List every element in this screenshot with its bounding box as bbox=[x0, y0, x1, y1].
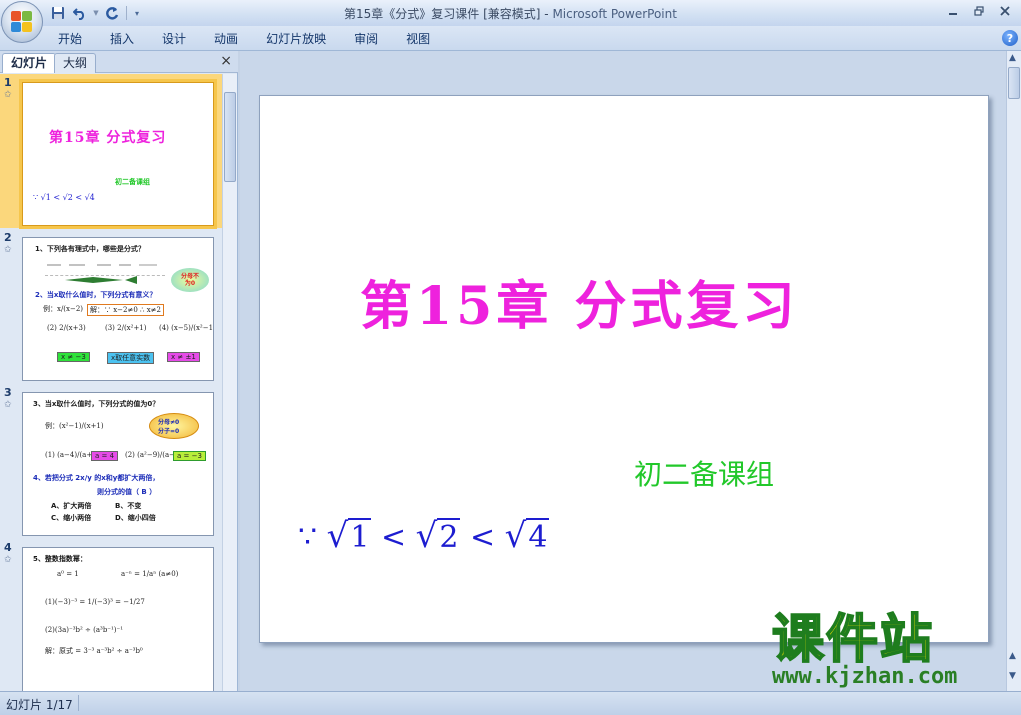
scroll-up-icon[interactable]: ▲ bbox=[1009, 53, 1016, 63]
thumbnail-list: 1 ✩ 第15章 分式复习 初二备课组 ∵ √1 < √2 < √4 2 ✩ 1… bbox=[0, 74, 222, 691]
animation-star-icon: ✩ bbox=[4, 90, 12, 100]
slide-number: 1 bbox=[4, 76, 12, 89]
thumb-bubble: 分母≠0 分子=0 bbox=[149, 413, 199, 439]
thumbnail-row-3[interactable]: 3 ✩ 3、当x取什么值时，下列分式的值为0？ 例：(x²−1)/(x+1) 分… bbox=[0, 384, 222, 539]
watermark-url: www.kjzhan.com bbox=[772, 664, 958, 689]
ribbon-tabs: 开始 插入 设计 动画 幻灯片放映 审阅 视图 bbox=[44, 30, 444, 48]
previous-slide-icon[interactable]: ▲ bbox=[1009, 651, 1016, 661]
thumb-subtitle: 初二备课组 bbox=[115, 178, 150, 186]
office-button[interactable] bbox=[1, 1, 43, 43]
thumb-example: 例：x/(x−2) bbox=[43, 305, 84, 313]
thumbnail-scrollbar[interactable] bbox=[222, 74, 237, 691]
less-than: < bbox=[469, 520, 496, 555]
scrollbar-thumb[interactable] bbox=[1008, 67, 1020, 99]
current-slide[interactable]: 第15章 分式复习 初二备课组 ∵ √1 < √2 < √4 bbox=[259, 95, 989, 643]
slide-thumbnail-1[interactable]: 第15章 分式复习 初二备课组 ∵ √1 < √2 < √4 bbox=[22, 82, 214, 226]
separator bbox=[78, 695, 79, 711]
next-slide-icon[interactable]: ▼ bbox=[1009, 671, 1016, 681]
document-title: 第15章《分式》复习课件 [兼容模式] - bbox=[344, 7, 553, 21]
thumb-choice: A、扩大两倍 bbox=[51, 502, 92, 510]
slide-title[interactable]: 第15章 分式复习 bbox=[360, 264, 960, 339]
editor-scrollbar[interactable]: ▲ ▲ ▼ bbox=[1006, 51, 1021, 691]
thumb-question: 则分式的值（ B ） bbox=[97, 488, 157, 496]
thumb-fractions-row bbox=[45, 254, 165, 276]
thumb-question: 2、当x取什么值时，下列分式有意义？ bbox=[35, 291, 157, 299]
minimize-icon[interactable] bbox=[941, 2, 965, 20]
ribbon: 开始 插入 设计 动画 幻灯片放映 审阅 视图 ? bbox=[0, 26, 1021, 51]
thumb-question: 1、下列各有理式中，哪些是分式？ bbox=[35, 245, 145, 253]
thumb-question: 5、整数指数幂： bbox=[33, 555, 87, 563]
thumb-question: 4、若把分式 2x/y 的x和y都扩大两倍， bbox=[33, 474, 160, 482]
watermark-logo: 课件站 bbox=[771, 610, 935, 670]
thumb-question: 3、当x取什么值时，下列分式的值为0？ bbox=[33, 400, 160, 408]
thumb-arrow-icon bbox=[63, 274, 143, 288]
animation-star-icon: ✩ bbox=[4, 245, 12, 255]
tab-animations[interactable]: 动画 bbox=[200, 30, 252, 48]
pane-tabs: 幻灯片 大纲 × bbox=[0, 51, 238, 73]
thumb-item: (3) 2/(x²+1) bbox=[105, 324, 147, 332]
thumb-item: (4) (x−5)/(x²−1) bbox=[159, 324, 214, 332]
animation-star-icon: ✩ bbox=[4, 555, 12, 565]
thumb-bubble: 分母不为0 bbox=[171, 268, 209, 292]
animation-star-icon: ✩ bbox=[4, 400, 12, 410]
close-icon[interactable] bbox=[993, 2, 1017, 20]
slide-thumbnail-3[interactable]: 3、当x取什么值时，下列分式的值为0？ 例：(x²−1)/(x+1) 分母≠0 … bbox=[22, 392, 214, 536]
slide-thumbnail-4[interactable]: 5、整数指数幂： a⁰ = 1 a⁻ⁿ = 1/aⁿ (a≠0) (1)(−3)… bbox=[22, 547, 214, 691]
office-logo-icon bbox=[11, 11, 33, 33]
tab-insert[interactable]: 插入 bbox=[96, 30, 148, 48]
tab-outline[interactable]: 大纲 bbox=[54, 53, 97, 73]
slide-number: 2 bbox=[4, 231, 12, 244]
thumb-answer: 解：∵ x−2≠0 ∴ x≠2 bbox=[87, 304, 164, 316]
sqrt-term: √4 bbox=[504, 516, 550, 556]
tab-slideshow[interactable]: 幻灯片放映 bbox=[252, 30, 340, 48]
app-name: Microsoft PowerPoint bbox=[552, 7, 677, 21]
restore-icon[interactable] bbox=[967, 2, 991, 20]
thumb-tag: a = −3 bbox=[173, 451, 206, 461]
thumb-tag: x ≠ ±1 bbox=[167, 352, 200, 362]
slide-editor: 第15章 分式复习 初二备课组 ∵ √1 < √2 < √4 bbox=[240, 51, 1006, 691]
thumb-line: (2)(3a)⁻³b² ÷ (a³b⁻¹)⁻¹ bbox=[45, 626, 124, 634]
thumb-line: 解：原式 = 3⁻³ a⁻³b² ÷ a⁻³b⁰ bbox=[45, 647, 143, 655]
tab-design[interactable]: 设计 bbox=[148, 30, 200, 48]
thumb-choice: B、不变 bbox=[115, 502, 142, 510]
pane-close-icon[interactable]: × bbox=[220, 53, 232, 69]
thumbnail-row-2[interactable]: 2 ✩ 1、下列各有理式中，哪些是分式？ 分母不为0 2、当x取什么值时，下列分… bbox=[0, 229, 222, 384]
window-controls bbox=[941, 2, 1017, 20]
title-bar: ▼ ▾ 第15章《分式》复习课件 [兼容模式] - Microsoft Powe… bbox=[0, 0, 1021, 43]
scrollbar-thumb[interactable] bbox=[224, 92, 236, 182]
thumb-title: 第15章 分式复习 bbox=[49, 130, 167, 146]
thumb-choice: D、缩小四倍 bbox=[115, 514, 156, 522]
thumb-choice: C、缩小两倍 bbox=[51, 514, 92, 522]
tab-view[interactable]: 视图 bbox=[392, 30, 444, 48]
thumbnail-row-1[interactable]: 1 ✩ 第15章 分式复习 初二备课组 ∵ √1 < √2 < √4 bbox=[0, 74, 222, 228]
window-title: 第15章《分式》复习课件 [兼容模式] - Microsoft PowerPoi… bbox=[0, 5, 1021, 22]
status-bar: 幻灯片 1/17 bbox=[0, 691, 1021, 715]
thumb-tag: x ≠ −3 bbox=[57, 352, 90, 362]
tab-home[interactable]: 开始 bbox=[44, 30, 96, 48]
help-icon[interactable]: ? bbox=[1002, 30, 1018, 46]
watermark: 课件站 www.kjzhan.com bbox=[768, 610, 1008, 694]
slide-thumbnail-2[interactable]: 1、下列各有理式中，哪些是分式？ 分母不为0 2、当x取什么值时，下列分式有意义… bbox=[22, 237, 214, 381]
slide-formula[interactable]: ∵ √1 < √2 < √4 bbox=[298, 516, 550, 556]
thumb-line: (1)(−3)⁻³ = 1/(−3)³ = −1/27 bbox=[45, 598, 145, 606]
slides-pane: 幻灯片 大纲 × 1 ✩ 第15章 分式复习 初二备课组 ∵ √1 < √2 <… bbox=[0, 51, 238, 691]
sqrt-term: √1 bbox=[326, 516, 372, 556]
thumb-item: (2) 2/(x+3) bbox=[47, 324, 86, 332]
thumb-tag: a = 4 bbox=[91, 451, 119, 461]
thumb-line: a⁰ = 1 bbox=[57, 570, 79, 578]
sqrt-term: √2 bbox=[415, 516, 461, 556]
thumb-line: a⁻ⁿ = 1/aⁿ (a≠0) bbox=[121, 570, 179, 578]
less-than: < bbox=[380, 520, 407, 555]
slide-counter: 幻灯片 1/17 bbox=[6, 698, 73, 712]
thumb-example: 例：(x²−1)/(x+1) bbox=[45, 422, 104, 430]
thumb-tag: x取任意实数 bbox=[107, 352, 155, 364]
slide-subtitle[interactable]: 初二备课组 bbox=[634, 453, 774, 493]
slide-number: 3 bbox=[4, 386, 12, 399]
because-symbol: ∵ bbox=[298, 520, 318, 555]
thumb-formula: ∵ √1 < √2 < √4 bbox=[33, 193, 95, 202]
slide-number: 4 bbox=[4, 541, 12, 554]
thumbnail-row-4[interactable]: 4 ✩ 5、整数指数幂： a⁰ = 1 a⁻ⁿ = 1/aⁿ (a≠0) (1)… bbox=[0, 539, 222, 691]
tab-review[interactable]: 审阅 bbox=[340, 30, 392, 48]
tab-slides[interactable]: 幻灯片 bbox=[2, 53, 57, 73]
